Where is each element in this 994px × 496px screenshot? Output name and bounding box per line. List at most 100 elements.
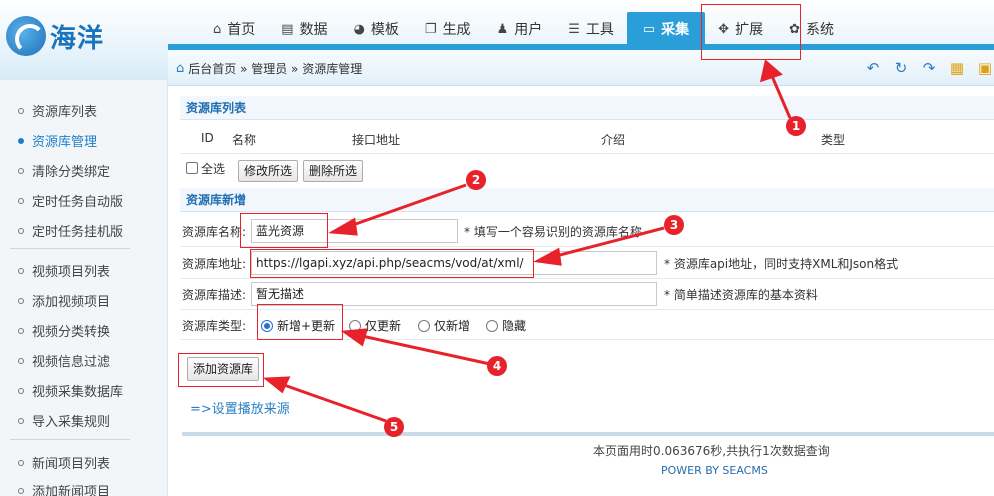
column-header-api: 接口地址 <box>352 133 401 147</box>
footer-stats: 本页面用时0.063676秒,共执行1次数据查询 <box>593 444 830 458</box>
sidebar-item-video-list[interactable]: 视频项目列表 <box>18 261 110 280</box>
annotation-box-5 <box>178 353 264 387</box>
api-label: 资源库地址: <box>182 257 247 271</box>
nav-home[interactable]: ⌂ 首页 <box>200 12 268 46</box>
type-radio-add-only[interactable]: 仅新增 <box>418 317 470 334</box>
add-section-title: 资源库新增 <box>180 188 994 212</box>
type-radio-hidden[interactable]: 隐藏 <box>486 317 526 334</box>
column-header-desc: 介绍 <box>601 133 626 147</box>
sidebar-item-news-add[interactable]: 添加新闻项目 <box>18 481 110 496</box>
edit-selected-button[interactable]: 修改所选 <box>238 160 299 182</box>
nav-data[interactable]: ▤ 数据 <box>268 12 340 46</box>
column-header-id: ID <box>201 131 214 145</box>
name-hint: * 填写一个容易识别的资源库名称 <box>464 225 642 239</box>
sidebar-item-video-add[interactable]: 添加视频项目 <box>18 291 110 310</box>
row-divider <box>180 278 994 279</box>
select-all-label: 全选 <box>201 162 226 176</box>
forward-icon[interactable]: ↷ <box>920 59 938 77</box>
bullet-icon <box>18 459 24 466</box>
toolbar: ↶ ↻ ↷ ▦ ▣ <box>864 59 994 77</box>
column-header-name: 名称 <box>232 133 257 147</box>
bullet-icon <box>18 357 24 364</box>
sidebar-item-import-rules[interactable]: 导入采集规则 <box>18 411 110 430</box>
sidebar-item-cron-hang[interactable]: 定时任务挂机版 <box>18 221 123 240</box>
sidebar-item-news-list[interactable]: 新闻项目列表 <box>18 453 110 472</box>
bullet-icon <box>18 327 24 334</box>
annotation-box-4 <box>257 304 343 340</box>
sidebar-divider <box>10 439 130 440</box>
sidebar-item-source-list[interactable]: 资源库列表 <box>18 101 97 120</box>
nav-label: 数据 <box>299 22 328 38</box>
sidebar-item-clear-binding[interactable]: 清除分类绑定 <box>18 161 110 180</box>
clipboard-icon[interactable]: ▦ <box>948 59 966 77</box>
monitor-icon: ▭ <box>642 21 656 37</box>
nav-user[interactable]: ♟ 用户 <box>484 12 556 46</box>
bullet-icon <box>18 387 24 394</box>
radio-circle <box>486 319 498 332</box>
nav-label: 生成 <box>442 22 471 38</box>
sidebar-item-label: 清除分类绑定 <box>32 165 111 180</box>
refresh-icon[interactable]: ↻ <box>892 59 910 77</box>
logo-text: 海洋 <box>50 24 105 54</box>
bullet-icon <box>18 107 24 114</box>
home-icon: ⌂ <box>213 21 222 37</box>
sidebar-item-source-manage[interactable]: 资源库管理 <box>18 131 97 150</box>
bullet-icon <box>18 297 24 304</box>
select-all-checkbox[interactable] <box>186 162 198 174</box>
sidebar-item-video-category[interactable]: 视频分类转换 <box>18 321 110 340</box>
desc-label: 资源库描述: <box>182 288 247 302</box>
type-label: 资源库类型: <box>182 319 247 333</box>
bullet-icon <box>18 137 24 144</box>
nav-collect[interactable]: ▭ 采集 <box>626 12 706 46</box>
back-icon[interactable]: ↶ <box>864 59 882 77</box>
desc-hint: * 简单描述资源库的基本资料 <box>664 288 818 302</box>
sidebar-item-cron-auto[interactable]: 定时任务自动版 <box>18 191 123 210</box>
column-header-type: 类型 <box>821 133 846 147</box>
desc-input[interactable]: 暂无描述 <box>251 282 657 306</box>
window-icon[interactable]: ▣ <box>976 59 994 77</box>
sidebar-item-label: 定时任务挂机版 <box>32 225 124 240</box>
annotation-badge: 1 <box>786 116 806 136</box>
nav-generate[interactable]: ❐ 生成 <box>412 12 484 46</box>
admin-app: 海洋 ⌂ 首页 ▤ 数据 ◕ 模板 ❐ 生成 ♟ 用户 ☰ 工具 ▭ 采集 ✥ 扩展 ✿ 系统 ⌂… <box>0 0 994 496</box>
sidebar-item-label: 视频采集数据库 <box>32 385 124 400</box>
sidebar-item-label: 视频信息过滤 <box>32 355 111 370</box>
radio-circle <box>418 319 430 332</box>
nav-label: 工具 <box>585 22 614 38</box>
play-source-link[interactable]: =>设置播放来源 <box>190 398 290 417</box>
breadcrumb-bar: ⌂ 后台首页 » 管理员 » 资源库管理 ↶ ↻ ↷ ▦ ▣ <box>168 50 994 86</box>
delete-selected-button[interactable]: 删除所选 <box>303 160 364 182</box>
list-section-title: 资源库列表 <box>180 96 994 120</box>
copy-icon: ❐ <box>424 21 437 37</box>
nav-tools[interactable]: ☰ 工具 <box>555 12 627 46</box>
logo: 海洋 <box>6 12 126 62</box>
sidebar-item-label: 导入采集规则 <box>32 415 111 430</box>
annotation-badge: 3 <box>664 215 684 235</box>
radio-label: 隐藏 <box>502 319 527 333</box>
sidebar-item-label: 定时任务自动版 <box>32 195 124 210</box>
radio-label: 仅更新 <box>365 319 402 333</box>
sidebar-item-label: 添加新闻项目 <box>32 485 111 496</box>
nav-label: 系统 <box>805 22 834 38</box>
nav-template[interactable]: ◕ 模板 <box>341 12 412 46</box>
home-icon: ⌂ <box>176 61 185 76</box>
sidebar-item-label: 视频分类转换 <box>32 325 111 340</box>
bullet-icon <box>18 487 24 494</box>
sidebar-item-video-db[interactable]: 视频采集数据库 <box>18 381 123 400</box>
database-icon: ▤ <box>281 21 294 37</box>
palette-icon: ◕ <box>353 21 365 37</box>
nav-label: 用户 <box>514 22 543 38</box>
annotation-badge: 4 <box>487 356 507 376</box>
sidebar-item-label: 添加视频项目 <box>32 295 111 310</box>
api-hint: * 资源库api地址，同时支持XML和Json格式 <box>664 257 899 271</box>
type-radio-update-only[interactable]: 仅更新 <box>349 317 401 334</box>
row-divider <box>180 153 994 154</box>
breadcrumb-text[interactable]: 后台首页 » 管理员 » 资源库管理 <box>188 60 362 77</box>
bullet-icon <box>18 167 24 174</box>
radio-circle <box>349 319 361 332</box>
nav-label: 首页 <box>227 22 256 38</box>
bullet-icon <box>18 267 24 274</box>
annotation-box-3 <box>250 249 534 278</box>
annotation-badge: 5 <box>384 417 404 437</box>
sidebar-item-video-filter[interactable]: 视频信息过滤 <box>18 351 110 370</box>
